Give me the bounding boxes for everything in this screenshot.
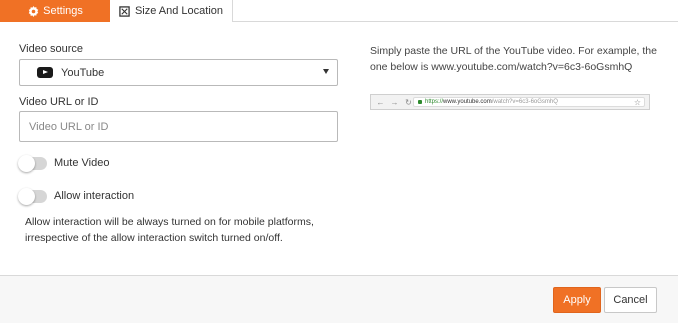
allow-interaction-toggle[interactable] — [18, 188, 47, 205]
forward-arrow-icon: → — [390, 97, 399, 107]
example-url-bar: https:// www.youtube.com /watch?v=6c3-6o… — [413, 97, 645, 107]
reload-icon: ↻ — [405, 97, 412, 107]
apply-button[interactable]: Apply — [553, 287, 601, 313]
tab-size-and-location-label: Size And Location — [134, 5, 224, 17]
allow-interaction-label: Allow interaction — [54, 190, 135, 202]
interaction-note: Allow interaction will be always turned … — [25, 216, 314, 244]
example-url-path: /watch?v=6c3-6oGsmhQ — [491, 99, 558, 105]
video-url-label: Video URL or ID — [19, 96, 99, 108]
example-url-secure: https:// — [425, 99, 444, 105]
tab-settings[interactable]: Settings — [0, 0, 110, 22]
gear-icon — [27, 5, 39, 17]
back-arrow-icon: ← — [376, 97, 385, 107]
youtube-icon — [37, 67, 53, 78]
cancel-button[interactable]: Cancel — [604, 287, 657, 313]
video-source-label: Video source — [19, 43, 84, 55]
lock-icon — [418, 100, 422, 104]
toggle-knob — [18, 188, 35, 205]
star-icon: ☆ — [633, 98, 641, 107]
help-text: Simply paste the URL of the YouTube vide… — [370, 45, 657, 73]
video-url-input[interactable] — [19, 111, 338, 142]
chevron-down-icon — [323, 69, 329, 74]
video-source-select[interactable]: YouTube — [19, 59, 338, 86]
tab-size-and-location[interactable]: Size And Location — [110, 0, 233, 22]
toggle-knob — [18, 155, 35, 172]
example-url-host: www.youtube.com — [443, 99, 492, 105]
example-browser-image: ← → ↻ https:// www.youtube.com /watch?v=… — [370, 94, 650, 110]
tab-bar: Settings Size And Location — [0, 0, 678, 22]
mute-video-toggle[interactable] — [18, 155, 47, 172]
settings-dialog: Settings Size And Location Video source … — [0, 0, 678, 323]
mute-video-label: Mute Video — [54, 157, 110, 169]
video-source-value: YouTube — [61, 66, 105, 79]
tab-settings-label: Settings — [43, 5, 83, 17]
resize-icon — [119, 5, 131, 17]
